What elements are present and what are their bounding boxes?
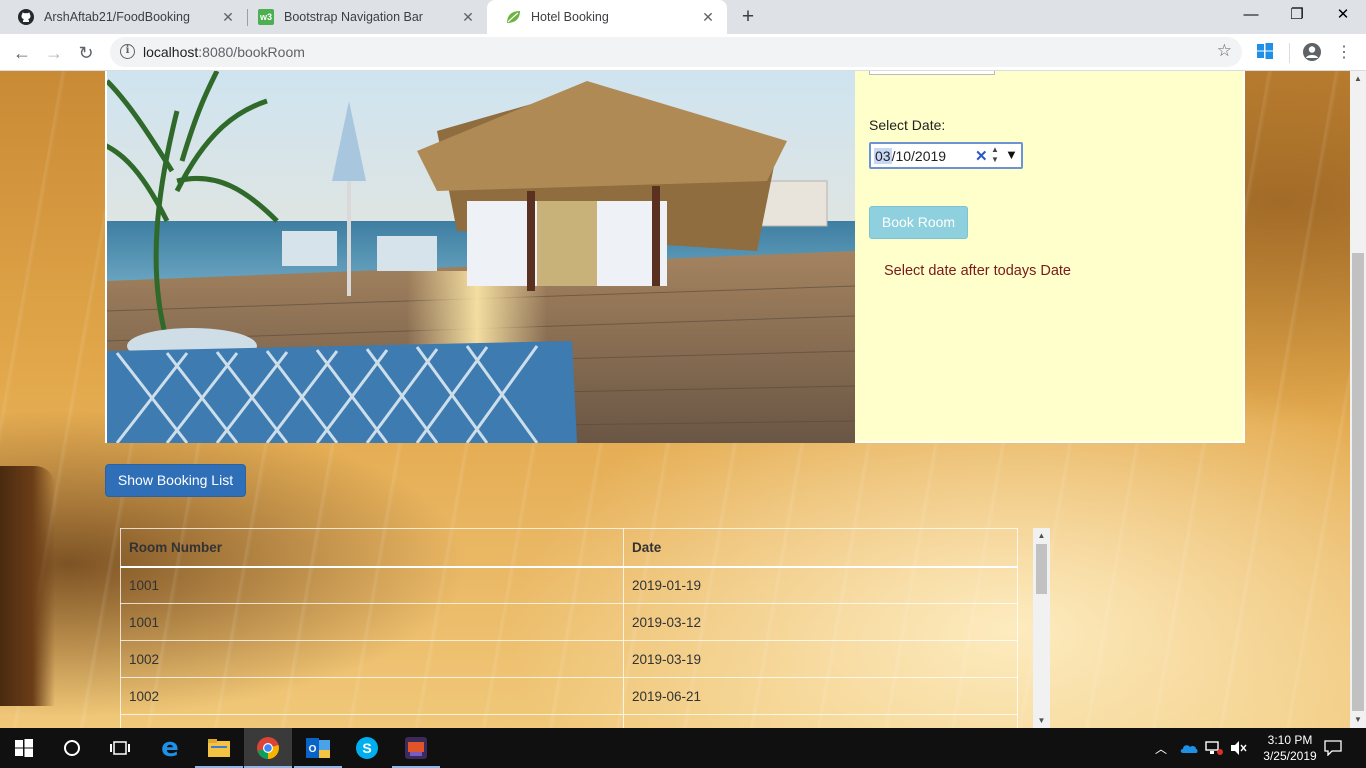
booking-table: Room Number Date 1001 2019-01-19 1001 20… — [120, 528, 1018, 728]
scroll-down-icon[interactable]: ▼ — [1033, 713, 1050, 728]
game-app-icon[interactable] — [392, 728, 440, 768]
page-viewport: Select Date: 03/10/2019 ✕ ▲ ▼ ▼ Book Room… — [0, 71, 1350, 728]
toolbar-divider — [1289, 43, 1290, 63]
skype-icon[interactable]: S — [343, 728, 391, 768]
edge-browser-icon[interactable]: e — [146, 728, 194, 768]
cell-room-number: 1002 — [120, 677, 624, 715]
clock-date: 3/25/2019 — [1263, 749, 1317, 763]
table-scrollbar-thumb[interactable] — [1036, 544, 1047, 594]
cell-date: 2019-03-19 — [623, 640, 1018, 678]
cell-date — [623, 714, 1018, 728]
calendar-dropdown-icon[interactable]: ▼ — [1005, 147, 1018, 162]
validation-message: Select date after todays Date — [884, 263, 1071, 279]
tab-strip: ArshAftab21/FoodBooking ✕ w3 Bootstrap N… — [0, 0, 1366, 34]
table-row: 1001 2019-03-12 — [120, 603, 1018, 641]
close-window-icon[interactable]: ✕ — [1320, 0, 1366, 30]
spring-leaf-icon — [505, 9, 521, 25]
table-row: 1002 2019-06-21 — [120, 677, 1018, 715]
outlook-icon[interactable]: O — [294, 728, 342, 768]
tab-title: Hotel Booking — [531, 10, 609, 24]
table-scrollbar[interactable]: ▲ ▼ — [1033, 528, 1050, 728]
scroll-up-icon[interactable]: ▲ — [1350, 71, 1366, 87]
windows-taskbar: e O S ︿ 3:10 PM 3/25/2019 — [0, 728, 1366, 768]
table-header-row: Room Number Date — [120, 528, 1018, 568]
cell-room-number: 1002 — [120, 640, 624, 678]
background-chair — [0, 466, 55, 706]
profile-avatar-icon[interactable] — [1302, 42, 1324, 64]
date-label: Select Date: — [869, 117, 946, 133]
search-circle-icon[interactable] — [48, 728, 96, 768]
booking-table-container: Room Number Date 1001 2019-01-19 1001 20… — [105, 527, 1051, 728]
tab-hotel-booking[interactable]: Hotel Booking ✕ — [487, 0, 727, 34]
file-explorer-icon[interactable] — [195, 728, 243, 768]
cell-room-number: 1001 — [120, 566, 624, 604]
reload-icon[interactable]: ↻ — [72, 39, 100, 67]
notifications-icon[interactable] — [1324, 728, 1342, 768]
book-room-button[interactable]: Book Room — [869, 206, 968, 239]
date-spinner-icon[interactable]: ▲ ▼ — [991, 145, 999, 165]
start-windows-icon[interactable] — [0, 728, 48, 768]
maximize-icon[interactable]: ❐ — [1274, 0, 1320, 30]
back-icon[interactable]: ← — [8, 39, 36, 67]
page-scrollbar-thumb[interactable] — [1352, 253, 1364, 711]
close-tab-icon[interactable]: ✕ — [457, 9, 479, 26]
header-room-number[interactable]: Room Number — [120, 528, 624, 568]
page-scrollbar[interactable]: ▲ ▼ — [1350, 71, 1366, 728]
date-rest-segment[interactable]: /10/2019 — [892, 148, 947, 164]
tab-bootstrap[interactable]: w3 Bootstrap Navigation Bar ✕ — [240, 0, 487, 34]
show-booking-list-button[interactable]: Show Booking List — [105, 464, 246, 497]
github-icon — [18, 9, 34, 25]
table-row: 1001 2019-01-19 — [120, 566, 1018, 604]
svg-text:O: O — [309, 744, 317, 755]
volume-muted-icon[interactable] — [1230, 728, 1248, 768]
cell-date: 2019-01-19 — [623, 566, 1018, 604]
minimize-icon[interactable]: — — [1228, 0, 1274, 30]
table-row — [120, 714, 1018, 728]
browser-toolbar: ← → ↻ i localhost:8080/bookRoom ☆ ⋮ — [0, 34, 1366, 71]
date-value: 03/10/2019 — [874, 148, 946, 164]
clock-time: 3:10 PM — [1267, 733, 1313, 747]
date-month-segment[interactable]: 03 — [874, 148, 892, 164]
close-tab-icon[interactable]: ✕ — [217, 9, 239, 26]
tab-title: ArshAftab21/FoodBooking — [44, 10, 190, 24]
table-row: 1002 2019-03-19 — [120, 640, 1018, 678]
onedrive-icon[interactable] — [1180, 728, 1198, 768]
menu-dots-icon[interactable]: ⋮ — [1330, 39, 1358, 67]
svg-text:S: S — [362, 740, 371, 756]
network-icon[interactable] — [1205, 728, 1223, 768]
w3schools-icon: w3 — [258, 9, 274, 25]
windows-extension-icon[interactable] — [1256, 42, 1278, 64]
cell-date: 2019-03-12 — [623, 603, 1018, 641]
show-hidden-icons[interactable]: ︿ — [1155, 728, 1167, 768]
hotel-photo — [107, 71, 855, 443]
close-tab-icon[interactable]: ✕ — [697, 9, 719, 26]
header-date[interactable]: Date — [623, 528, 1018, 568]
cell-date: 2019-06-21 — [623, 677, 1018, 715]
site-info-icon[interactable]: i — [120, 44, 135, 59]
cell-room-number: 1001 — [120, 603, 624, 641]
address-bar[interactable]: i localhost:8080/bookRoom ☆ — [110, 37, 1242, 67]
tab-github[interactable]: ArshAftab21/FoodBooking ✕ — [0, 0, 247, 34]
system-clock[interactable]: 3:10 PM 3/25/2019 — [1258, 732, 1322, 764]
forward-icon[interactable]: → — [40, 39, 68, 67]
scroll-up-icon[interactable]: ▲ — [1033, 528, 1050, 543]
task-view-icon[interactable] — [96, 728, 144, 768]
scroll-down-icon[interactable]: ▼ — [1350, 712, 1366, 728]
date-input[interactable]: 03/10/2019 ✕ ▲ ▼ ▼ — [869, 142, 1023, 169]
previous-select-field[interactable] — [869, 71, 995, 75]
clear-date-icon[interactable]: ✕ — [975, 147, 988, 165]
chrome-icon[interactable] — [244, 728, 292, 768]
tab-title: Bootstrap Navigation Bar — [284, 10, 423, 24]
new-tab-icon[interactable]: + — [736, 4, 760, 30]
bookmark-star-icon[interactable]: ☆ — [1217, 41, 1232, 61]
cell-room-number — [120, 714, 624, 728]
booking-panel: Select Date: 03/10/2019 ✕ ▲ ▼ ▼ Book Room… — [105, 71, 1245, 443]
url-text: localhost:8080/bookRoom — [143, 44, 305, 60]
